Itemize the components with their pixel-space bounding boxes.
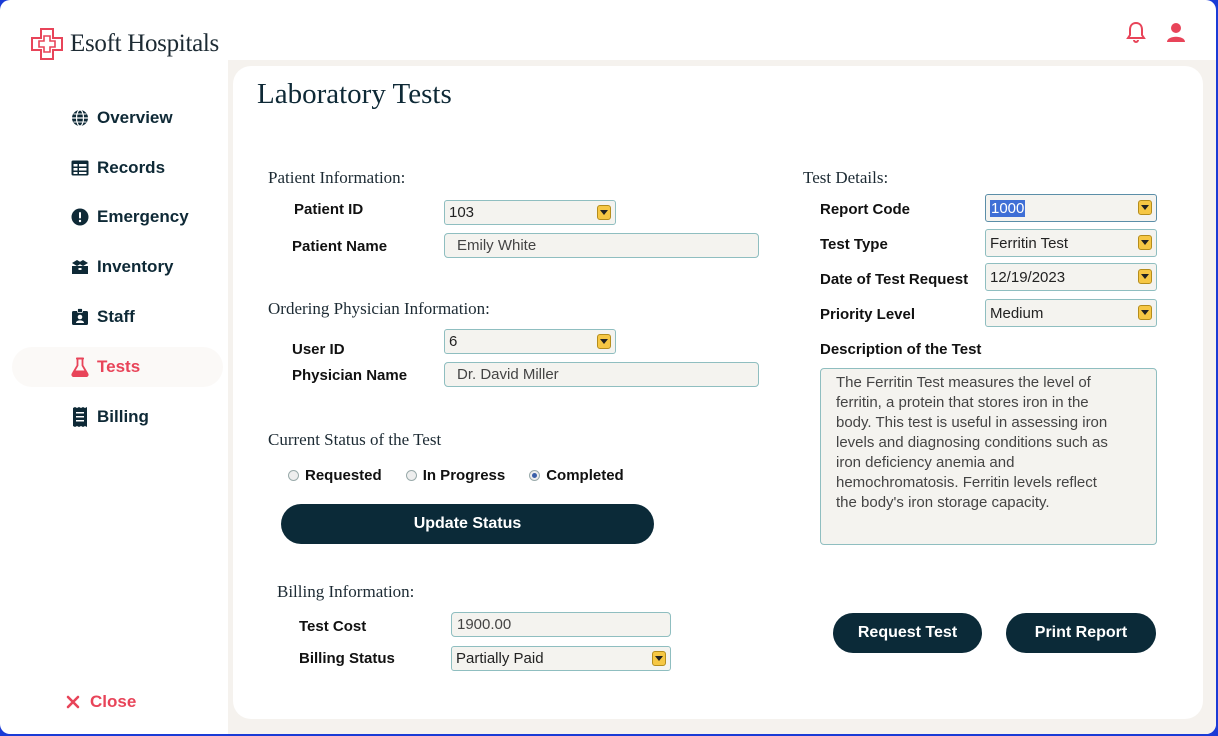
report-code-select[interactable]: 1000 [985, 194, 1157, 222]
print-report-button[interactable]: Print Report [1006, 613, 1156, 653]
globe-icon [70, 108, 90, 128]
test-cost-value: 1900.00 [457, 616, 512, 633]
description-line: the body's iron storage capacity. [836, 494, 1050, 511]
bell-icon[interactable] [1124, 20, 1148, 44]
close-icon [66, 695, 80, 709]
sidebar-item-label: Inventory [97, 257, 174, 276]
radio-circle[interactable] [288, 470, 299, 481]
radio-circle[interactable] [405, 470, 417, 481]
patient-name-label: Patient Name [292, 238, 388, 255]
sidebar-item-billing[interactable]: Billing [12, 397, 223, 437]
radio-label: Completed [546, 467, 624, 484]
report-code-label: Report Code [820, 201, 910, 218]
priority-label: Priority Level [820, 306, 916, 323]
radio-label: In Progress [422, 467, 506, 484]
description-line: levels and diagnosing conditions such as [836, 434, 1108, 451]
patient-id-label: Patient ID [294, 201, 364, 218]
sidebar-item-label: Emergency [97, 207, 189, 226]
billing-status-label: Billing Status [299, 650, 395, 667]
sidebar-item-label: Tests [97, 357, 141, 376]
boxes-icon [70, 257, 90, 277]
priority-value: Medium [990, 304, 1044, 322]
user-id-select[interactable]: 6 [444, 329, 616, 354]
chevron-down-icon[interactable] [597, 334, 611, 349]
radio-label: Requested [305, 467, 382, 484]
app-name: Esoft Hospitals [70, 30, 219, 57]
billing-status-value: Partially Paid [456, 650, 544, 667]
sidebar-item-staff[interactable]: Staff [12, 297, 223, 337]
description-textarea[interactable]: The Ferritin Test measures the level of … [820, 368, 1157, 545]
test-details-title: Test Details: [803, 168, 889, 187]
sidebar-item-label: Records [97, 158, 166, 177]
sidebar-item-inventory[interactable]: Inventory [12, 247, 223, 287]
description-label: Description of the Test [820, 341, 982, 358]
test-type-label: Test Type [820, 236, 888, 253]
sidebar-item-emergency[interactable]: Emergency [12, 197, 223, 237]
sidebar-item-label: Billing [97, 407, 149, 426]
app-logo: Esoft Hospitals [30, 27, 219, 61]
sidebar-item-label: Staff [97, 307, 135, 326]
sidebar-item-tests[interactable]: Tests [12, 347, 223, 387]
test-date-label: Date of Test Request [820, 271, 969, 288]
page-title: Laboratory Tests [257, 78, 452, 110]
billing-status-select[interactable]: Partially Paid [451, 646, 671, 671]
patient-name-field[interactable]: Emily White [444, 233, 759, 258]
status-section-title: Current Status of the Test [268, 430, 442, 449]
status-radio-in-progress[interactable]: In Progress [405, 467, 506, 484]
status-radio-group: Requested In Progress Completed [288, 467, 648, 484]
test-type-value: Ferritin Test [990, 234, 1069, 252]
report-code-value[interactable]: 1000 [990, 199, 1026, 217]
physician-name-value: Dr. David Miller [457, 366, 559, 383]
description-line: hemochromatosis. Ferritin levels reflect [836, 474, 1097, 491]
request-test-button[interactable]: Request Test [833, 613, 982, 653]
app-window: Esoft Hospitals Overview Records Emergen… [0, 0, 1216, 734]
physician-name-field[interactable]: Dr. David Miller [444, 362, 759, 387]
test-type-select[interactable]: Ferritin Test [985, 229, 1157, 257]
user-icon[interactable] [1164, 20, 1188, 44]
table-icon [70, 158, 90, 178]
test-date-value: 12/19/2023 [990, 268, 1066, 286]
user-id-value: 6 [449, 333, 458, 350]
chevron-down-icon[interactable] [1138, 269, 1152, 284]
patient-id-value: 103 [449, 204, 475, 221]
description-line: iron deficiency anemia and [836, 454, 1015, 471]
physician-name-label: Physician Name [292, 367, 408, 384]
description-line: body. This test is useful in assessing i… [836, 414, 1108, 431]
patient-section-title: Patient Information: [268, 168, 406, 187]
radio-circle-checked[interactable] [529, 470, 541, 481]
chevron-down-icon[interactable] [1138, 305, 1152, 320]
close-button[interactable]: Close [66, 692, 136, 712]
billing-section-title: Billing Information: [277, 582, 415, 601]
patient-id-select[interactable]: 103 [444, 200, 616, 225]
close-label: Close [90, 692, 137, 711]
sidebar-item-label: Overview [97, 108, 173, 127]
chevron-down-icon[interactable] [652, 651, 666, 666]
flask-icon [70, 357, 90, 377]
test-cost-field[interactable]: 1900.00 [451, 612, 671, 637]
status-radio-requested[interactable]: Requested [288, 467, 382, 484]
user-id-label: User ID [292, 341, 345, 358]
receipt-icon [70, 407, 90, 427]
sidebar-item-overview[interactable]: Overview [12, 98, 223, 138]
test-date-picker[interactable]: 12/19/2023 [985, 263, 1157, 291]
patient-name-value: Emily White [457, 237, 537, 254]
sidebar-item-records[interactable]: Records [12, 148, 223, 188]
update-status-button[interactable]: Update Status [281, 504, 654, 544]
alert-icon [70, 207, 90, 227]
description-line: The Ferritin Test measures the level of [836, 374, 1091, 391]
chevron-down-icon[interactable] [1138, 235, 1152, 250]
chevron-down-icon[interactable] [597, 205, 611, 220]
hospital-cross-icon [30, 27, 64, 61]
physician-section-title: Ordering Physician Information: [268, 299, 490, 318]
test-cost-label: Test Cost [299, 618, 367, 635]
description-line: ferritin, a protein that stores iron in … [836, 394, 1089, 411]
status-radio-completed[interactable]: Completed [529, 467, 624, 484]
sidebar: Overview Records Emergency Inventory Sta… [0, 65, 228, 734]
priority-select[interactable]: Medium [985, 299, 1157, 327]
chevron-down-icon[interactable] [1138, 200, 1152, 215]
id-badge-icon [70, 307, 90, 327]
